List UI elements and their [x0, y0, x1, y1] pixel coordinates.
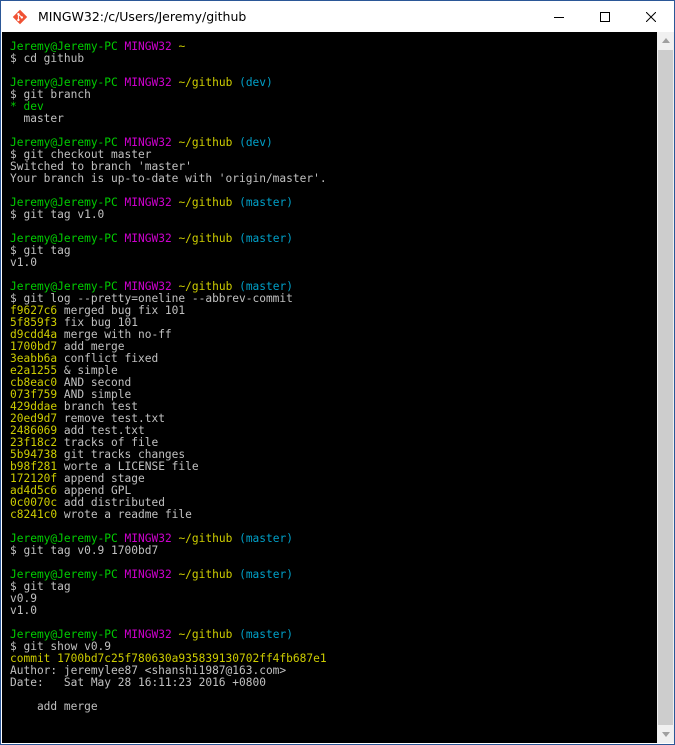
prompt-host: MINGW32 — [124, 628, 172, 641]
mingw-git-icon[interactable] — [11, 8, 29, 26]
output-text: $ cd github — [10, 52, 85, 65]
prompt-host: MINGW32 — [124, 196, 172, 209]
prompt-path: ~/github — [178, 628, 233, 641]
output-line: $ git tag v0.9 1700bd7 — [10, 545, 657, 557]
commit-hash: c8241c0 — [10, 508, 58, 521]
output-line: Your branch is up-to-date with 'origin/m… — [10, 173, 657, 185]
maximize-button[interactable] — [582, 1, 628, 32]
window-title: MINGW32:/c/Users/Jeremy/github — [38, 9, 247, 24]
output-line: v1.0 — [10, 605, 657, 617]
minimize-icon — [554, 16, 564, 18]
output-line: $ git tag — [10, 245, 657, 257]
prompt-host: MINGW32 — [124, 76, 172, 89]
prompt-branch: (master) — [239, 532, 293, 545]
scroll-up-arrow-icon — [661, 38, 670, 43]
prompt-path: ~/github — [178, 532, 233, 545]
output-text: v1.0 — [10, 604, 37, 617]
output-line: add merge — [10, 701, 657, 713]
scroll-down-button[interactable] — [657, 726, 674, 743]
prompt-line: Jeremy@Jeremy-PC MINGW32 ~/github (maste… — [10, 197, 657, 209]
terminal-window: MINGW32:/c/Users/Jeremy/github Jeremy@Je… — [0, 0, 675, 745]
prompt-line: Jeremy@Jeremy-PC MINGW32 ~/github (maste… — [10, 233, 657, 245]
minimize-button[interactable] — [536, 1, 582, 32]
output-text: $ git tag v0.9 1700bd7 — [10, 544, 159, 557]
prompt-path: ~/github — [178, 76, 233, 89]
output-text: v1.0 — [10, 256, 37, 269]
prompt-path: ~/github — [178, 568, 233, 581]
prompt-path: ~/github — [178, 196, 233, 209]
prompt-branch: (dev) — [239, 136, 273, 149]
close-icon — [646, 11, 656, 22]
close-button[interactable] — [628, 1, 674, 32]
prompt-path: ~/github — [178, 232, 233, 245]
output-line: $ git tag v1.0 — [10, 209, 657, 221]
output-line: v1.0 — [10, 257, 657, 269]
commit-log-line: c8241c0 wrote a readme file — [10, 509, 657, 521]
prompt-host: MINGW32 — [124, 232, 172, 245]
output-text: $ git tag v1.0 — [10, 208, 105, 221]
scroll-up-button[interactable] — [657, 32, 674, 49]
prompt-host: MINGW32 — [124, 568, 172, 581]
current-branch-line: * dev — [10, 101, 657, 113]
prompt-branch: (master) — [239, 232, 293, 245]
output-text: Your branch is up-to-date with 'origin/m… — [10, 172, 327, 185]
output-text: master — [10, 112, 64, 125]
prompt-path: ~/github — [178, 136, 233, 149]
output-text: Date: Sat May 28 16:11:23 2016 +0800 — [10, 676, 266, 689]
commit-message: wrote a readme file — [57, 508, 192, 521]
prompt-line: Jeremy@Jeremy-PC MINGW32 ~ — [10, 41, 657, 53]
output-line: $ git tag — [10, 581, 657, 593]
prompt-line: Jeremy@Jeremy-PC MINGW32 ~/github (dev) — [10, 77, 657, 89]
maximize-icon — [600, 11, 610, 22]
prompt-branch: (master) — [239, 196, 293, 209]
scroll-thumb[interactable] — [658, 50, 673, 725]
output-line: $ git branch — [10, 89, 657, 101]
prompt-line: Jeremy@Jeremy-PC MINGW32 ~/github (maste… — [10, 569, 657, 581]
scroll-down-arrow-icon — [661, 732, 670, 737]
prompt-path: ~ — [178, 40, 186, 53]
terminal-output[interactable]: Jeremy@Jeremy-PC MINGW32 ~ $ cd github Jer… — [2, 32, 657, 743]
vertical-scrollbar[interactable] — [657, 32, 674, 743]
output-line: $ cd github — [10, 53, 657, 65]
title-bar[interactable]: MINGW32:/c/Users/Jeremy/github — [1, 1, 674, 32]
output-line: Date: Sat May 28 16:11:23 2016 +0800 — [10, 677, 657, 689]
output-text: add merge — [10, 700, 98, 713]
output-line: master — [10, 113, 657, 125]
prompt-host: MINGW32 — [124, 40, 172, 53]
prompt-branch: (master) — [239, 568, 293, 581]
output-line: v0.9 — [10, 593, 657, 605]
prompt-branch: (master) — [239, 628, 293, 641]
prompt-branch: (dev) — [239, 76, 273, 89]
terminal-text: Jeremy@Jeremy-PC MINGW32 ~ $ cd github Jer… — [2, 32, 657, 713]
